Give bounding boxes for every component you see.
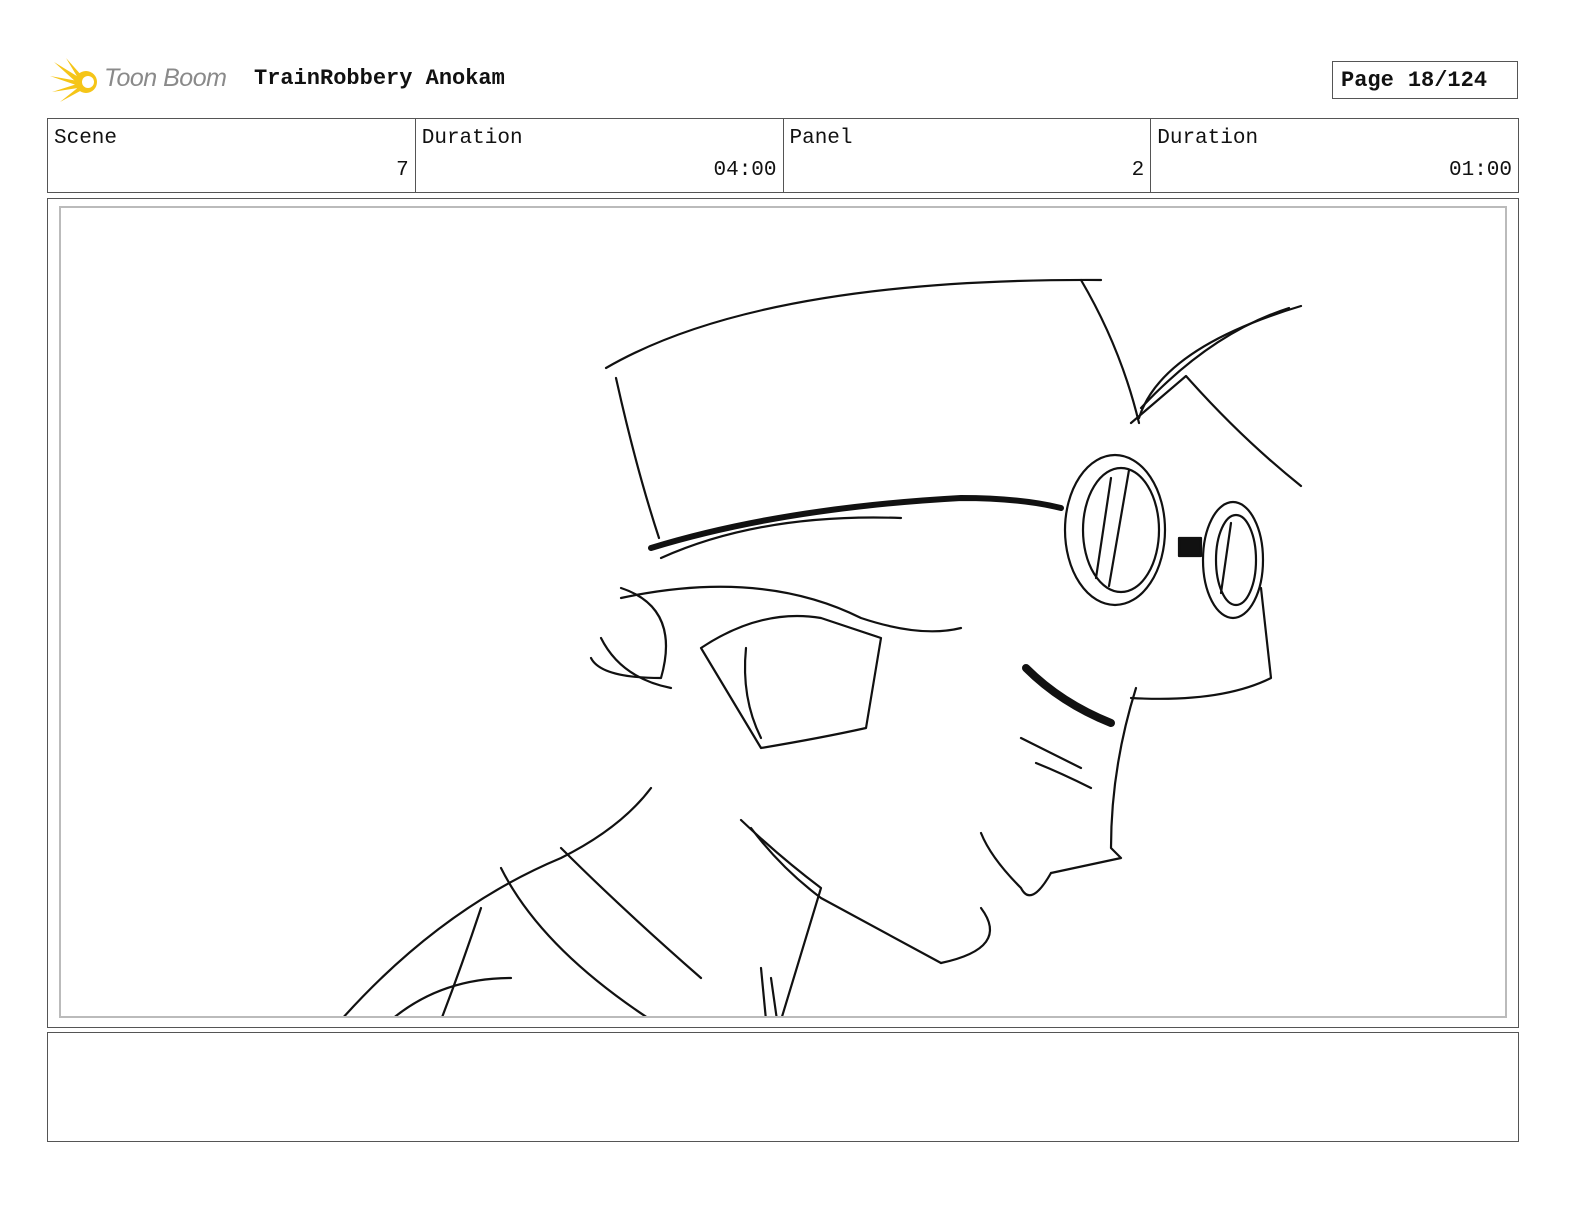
panel-cell: Panel 2 <box>784 119 1152 192</box>
goggle-lens-front-inner <box>1081 466 1161 594</box>
cap-front-line <box>614 376 661 540</box>
lens-glare-2 <box>1107 468 1131 588</box>
goggle-bridge <box>1177 536 1203 558</box>
page-indicator: Page 18/124 <box>1332 61 1518 99</box>
collar-front <box>739 818 823 1016</box>
headband-back <box>619 585 963 633</box>
scene-cell: Scene 7 <box>48 119 416 192</box>
toon-boom-logo: Toon Boom <box>50 56 240 106</box>
panel-label: Panel <box>789 127 853 150</box>
chin <box>939 906 992 965</box>
starburst-logo-icon <box>50 58 97 102</box>
cheek-lines-1 <box>1019 736 1083 770</box>
torso-fold-2 <box>769 976 778 1016</box>
scene-duration-label: Duration <box>421 127 523 150</box>
panel-duration-cell: Duration 01:00 <box>1151 119 1518 192</box>
page-label: Page <box>1341 67 1394 93</box>
ear-block <box>699 614 883 750</box>
scene-duration-cell: Duration 04:00 <box>416 119 784 192</box>
lens-glare-3 <box>1219 521 1233 595</box>
panel-duration-label: Duration <box>1157 127 1259 150</box>
scene-info-table: Scene 7 Duration 04:00 Panel 2 Duration … <box>47 118 1519 193</box>
character-sketch-drawing <box>343 278 1303 1016</box>
shoulder-line <box>343 786 653 1016</box>
cap-top-line <box>604 278 1103 370</box>
logo-text: Toon Boom <box>104 64 227 92</box>
cap-back-line <box>1079 278 1141 425</box>
project-title: TrainRobbery Anokam <box>254 66 505 91</box>
scene-duration-value: 04:00 <box>713 159 777 182</box>
eye-shadow <box>1022 664 1115 727</box>
goggle-lens-front <box>1063 453 1167 607</box>
panel-frame <box>59 206 1507 1018</box>
mouth <box>979 831 1053 897</box>
back-curve <box>394 976 513 1016</box>
hair-tuft-top <box>1137 304 1303 420</box>
goggle-strap <box>648 495 1064 551</box>
hair-curl <box>599 636 673 690</box>
hair-side <box>589 586 668 680</box>
face-line <box>1129 586 1273 700</box>
storyboard-panel <box>47 198 1519 1028</box>
scene-value: 7 <box>396 159 409 182</box>
jaw-line <box>749 826 943 965</box>
goggle-lens-back <box>1201 500 1265 620</box>
panel-value: 2 <box>1131 159 1145 182</box>
collar-left <box>499 866 648 1016</box>
page-number: 18/124 <box>1407 67 1488 93</box>
hair-tuft-inner <box>1139 306 1291 410</box>
panel-duration-value: 01:00 <box>1448 159 1512 182</box>
collar-right <box>559 846 703 980</box>
torso-left <box>441 906 483 1016</box>
lens-glare-1 <box>1094 476 1113 580</box>
cheek-lines-2 <box>1034 761 1093 790</box>
panel-notes-box[interactable] <box>47 1032 1519 1142</box>
torso-fold-1 <box>759 966 767 1016</box>
scene-label: Scene <box>54 127 118 150</box>
